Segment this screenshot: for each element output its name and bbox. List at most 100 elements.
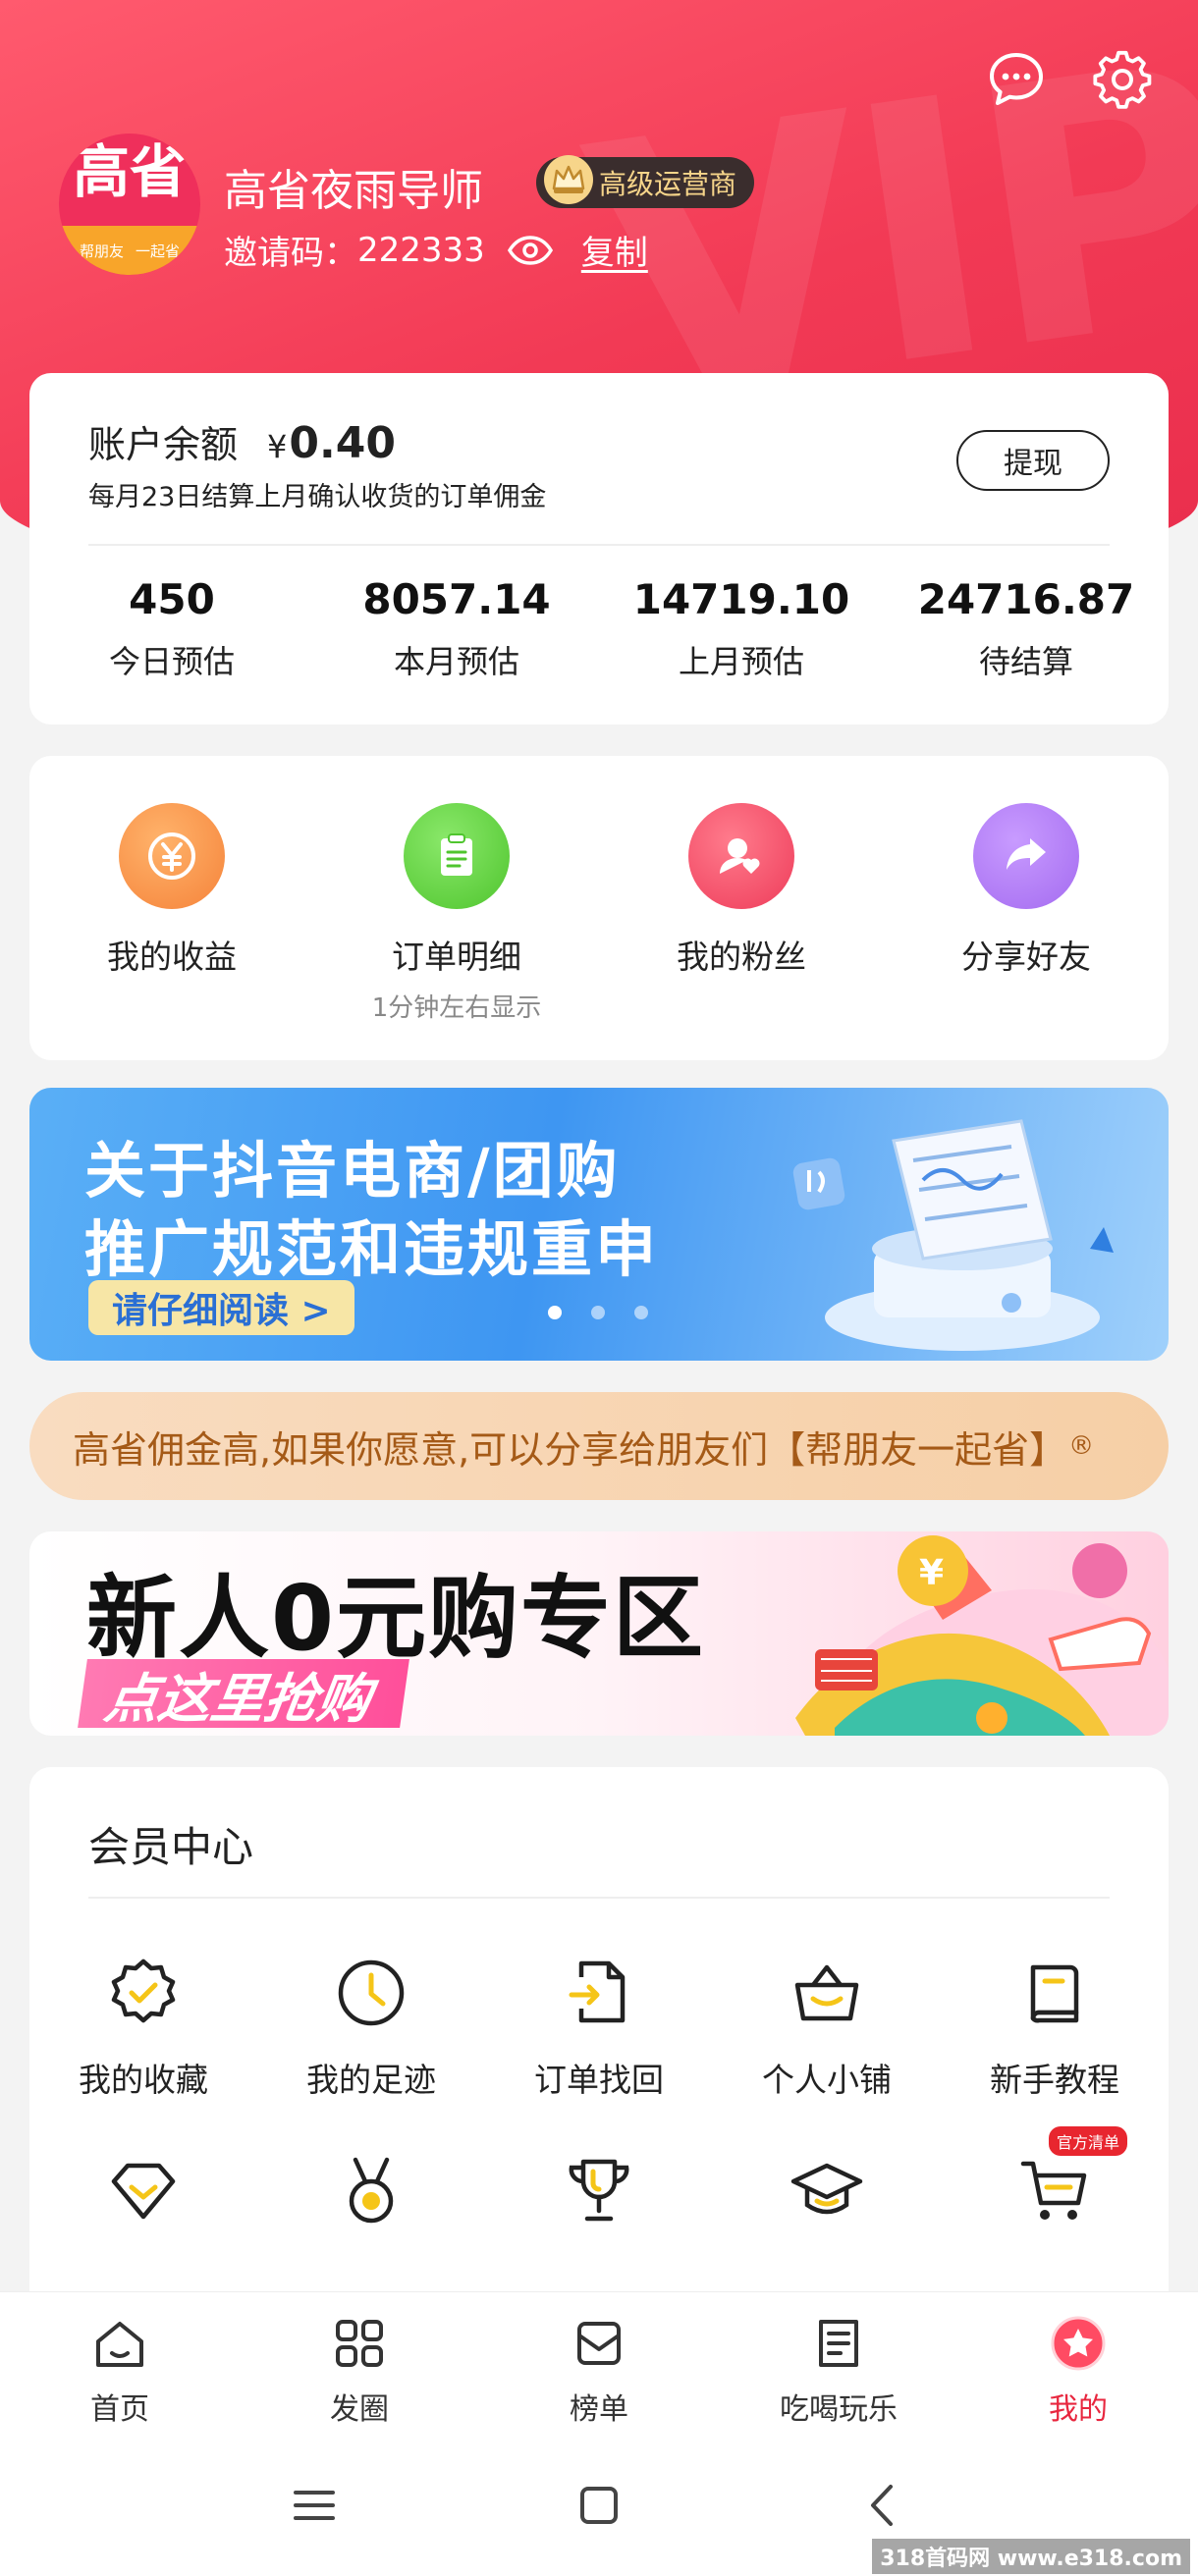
member-item-my-shop[interactable]: 个人小铺	[713, 1954, 941, 2101]
stat-value: 14719.10	[632, 575, 850, 623]
crown-icon	[544, 155, 593, 204]
nav-mine[interactable]: 我的	[958, 2292, 1198, 2435]
quick-my-earnings[interactable]: 我的收益	[29, 803, 314, 1024]
level-badge: 高级运营商	[536, 155, 755, 208]
stat-label: 待结算	[978, 643, 1073, 680]
cart-icon: 官方清单	[1015, 2126, 1127, 2230]
clock-icon	[332, 1954, 410, 2032]
balance-title: 账户余额	[88, 423, 239, 466]
svg-text:¥: ¥	[919, 1553, 944, 1593]
diamond-icon	[104, 2152, 183, 2230]
stat-value: 450	[129, 575, 215, 623]
nav-moments[interactable]: 发圈	[240, 2292, 479, 2435]
yuan-icon	[119, 803, 225, 909]
avatar-strip-left: 帮朋友	[79, 242, 124, 260]
menu-icon[interactable]	[285, 2476, 344, 2535]
quick-label: 我的收益	[107, 938, 237, 976]
stat-today[interactable]: 450 今日预估	[29, 575, 314, 682]
ranking-icon	[570, 2314, 628, 2373]
stat-last-month[interactable]: 14719.10 上月预估	[599, 575, 884, 682]
avatar-strip-right: 一起省	[136, 242, 181, 260]
level-badge-label: 高级运营商	[599, 168, 737, 200]
trophy-icon	[560, 2152, 638, 2230]
banner-read-button[interactable]: 请仔细阅读 >	[88, 1280, 354, 1335]
registered-mark: ®	[1068, 1431, 1095, 1461]
member-item-order-retrieve[interactable]: 订单找回	[485, 1954, 713, 2101]
bottom-nav: 首页 发圈 榜单 吃喝玩乐 我的	[0, 2291, 1198, 2435]
member-item-favorites[interactable]: 我的收藏	[29, 1954, 257, 2101]
back-icon[interactable]	[854, 2476, 913, 2535]
currency-symbol: ¥	[267, 428, 288, 465]
message-icon[interactable]	[984, 47, 1049, 112]
invite-label: 邀请码：	[224, 234, 357, 273]
shopping-illustration: ¥	[795, 1535, 1169, 1736]
stat-value: 8057.14	[362, 575, 551, 623]
balance-title-row: 账户余额 ¥ 0.40	[88, 414, 396, 468]
new-user-promo-banner[interactable]: 新人0元购专区 点这里抢购 ¥	[29, 1531, 1169, 1736]
home-square-icon[interactable]	[570, 2476, 628, 2535]
settings-icon[interactable]	[1090, 47, 1155, 112]
notice-banner[interactable]: 关于抖音电商/团购 推广规范和违规重申 请仔细阅读 >	[29, 1088, 1169, 1361]
quick-label: 我的粉丝	[677, 938, 806, 976]
nav-home[interactable]: 首页	[0, 2292, 240, 2435]
system-nav-bar: 318首码网 www.e318.com	[0, 2435, 1198, 2576]
grid-icon	[330, 2314, 389, 2373]
nav-label: 首页	[90, 2392, 149, 2427]
site-watermark: 318首码网 www.e318.com	[872, 2539, 1190, 2574]
member-item-trophy[interactable]	[485, 2152, 713, 2230]
quick-label: 订单明细	[392, 938, 521, 976]
nav-label: 吃喝玩乐	[780, 2392, 898, 2427]
banner-headline-2: 推广规范和违规重申	[84, 1213, 660, 1285]
avatar-logo-strip: 帮朋友 一起省	[59, 226, 200, 275]
nav-label: 我的	[1049, 2392, 1108, 2427]
carousel-dot[interactable]	[591, 1306, 605, 1319]
nav-ranking[interactable]: 榜单	[479, 2292, 719, 2435]
quick-sublabel: 1分钟左右显示	[371, 993, 542, 1023]
carousel-dot[interactable]	[548, 1306, 562, 1319]
stat-label: 本月预估	[393, 643, 519, 680]
member-item-academy[interactable]	[713, 2152, 941, 2230]
member-item-label: 我的足迹	[306, 2061, 436, 2099]
settlement-note: 每月23日结算上月确认收货的订单佣金	[88, 482, 547, 512]
member-item-official-list[interactable]: 官方清单	[941, 2126, 1169, 2230]
quick-actions-card: 我的收益 订单明细 1分钟左右显示 我的粉丝 分享好友	[29, 756, 1169, 1060]
eye-icon[interactable]	[507, 235, 554, 266]
member-item-history[interactable]: 我的足迹	[257, 1954, 485, 2101]
member-item-medal[interactable]	[257, 2152, 485, 2230]
nav-lifestyle[interactable]: 吃喝玩乐	[719, 2292, 958, 2435]
slogan-bar[interactable]: 高省佣金高,如果你愿意,可以分享给朋友们【帮朋友一起省】 ®	[29, 1392, 1169, 1500]
carousel-dots	[548, 1306, 648, 1319]
earnings-stats: 450 今日预估 8057.14 本月预估 14719.10 上月预估 2471…	[29, 575, 1169, 682]
promo-buy-button[interactable]: 点这里抢购	[78, 1659, 409, 1730]
document-icon	[809, 2314, 868, 2373]
stat-value: 24716.87	[917, 575, 1135, 623]
banner-headline-1: 关于抖音电商/团购	[84, 1135, 621, 1207]
member-item-diamond[interactable]	[29, 2152, 257, 2230]
quick-share-friends[interactable]: 分享好友	[884, 803, 1169, 1024]
home-icon	[90, 2314, 149, 2373]
withdraw-button[interactable]: 提现	[956, 430, 1110, 491]
quick-my-fans[interactable]: 我的粉丝	[599, 803, 884, 1024]
basket-icon	[788, 1954, 866, 2032]
member-item-label: 个人小铺	[762, 2061, 892, 2099]
stat-label: 上月预估	[678, 643, 804, 680]
stat-pending[interactable]: 24716.87 待结算	[884, 575, 1169, 682]
member-center-card: 会员中心 我的收藏 我的足迹 订单找回 个人小铺 新手教程 官方清单	[29, 1767, 1169, 2317]
balance-amount: 0.40	[289, 418, 396, 468]
avatar[interactable]: 高省 帮朋友 一起省	[59, 134, 200, 275]
divider	[88, 1897, 1110, 1899]
carousel-dot[interactable]	[634, 1306, 648, 1319]
medal-icon	[332, 2152, 410, 2230]
stat-label: 今日预估	[108, 643, 235, 680]
file-import-icon	[560, 1954, 638, 2032]
clipboard-icon	[404, 803, 510, 909]
avatar-logo-text: 高省	[72, 138, 187, 205]
balance-card: 账户余额 ¥ 0.40 每月23日结算上月确认收货的订单佣金 提现 450 今日…	[29, 373, 1169, 724]
copy-invite-button[interactable]: 复制	[581, 226, 648, 274]
stat-this-month[interactable]: 8057.14 本月预估	[314, 575, 599, 682]
member-item-tutorial[interactable]: 新手教程	[941, 1954, 1169, 2101]
quick-order-details[interactable]: 订单明细 1分钟左右显示	[314, 803, 599, 1024]
book-illustration	[792, 1119, 1114, 1351]
book-icon	[1015, 1954, 1094, 2032]
favorite-badge-icon	[104, 1954, 183, 2032]
